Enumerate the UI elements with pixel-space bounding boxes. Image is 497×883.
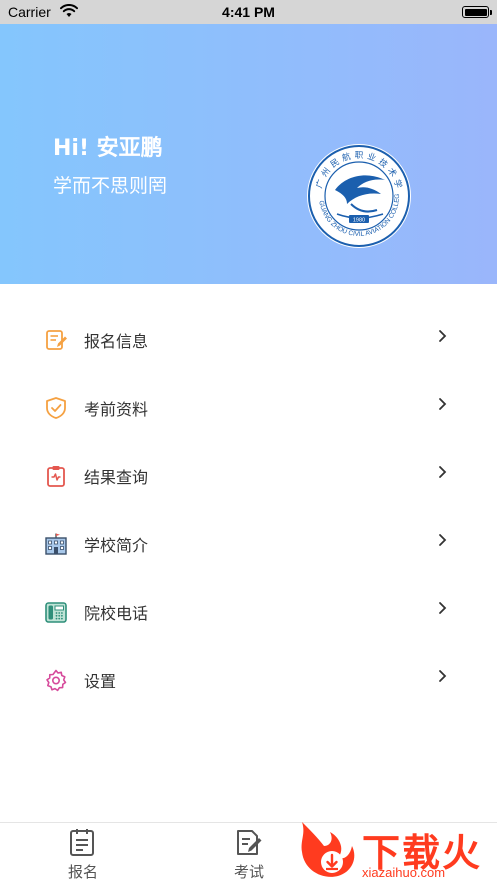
- menu-item-pre-exam-materials[interactable]: 考前资料: [0, 373, 497, 441]
- clipboard-icon: [47, 466, 65, 487]
- menu-item-label: 院校电话: [84, 604, 149, 623]
- school-building-icon: [45, 533, 67, 555]
- chevron-right-icon: [439, 330, 447, 342]
- chevron-right-icon: [439, 534, 447, 546]
- menu-item-label: 报名信息: [84, 332, 149, 351]
- user-greeting: Hi! 安亚鹏: [53, 136, 163, 161]
- menu-item-label: 考前资料: [84, 400, 149, 419]
- gear-icon: [46, 669, 67, 692]
- motto-text: 学而不思则罔: [53, 175, 168, 197]
- menu-item-label: 学校简介: [84, 536, 149, 555]
- telephone-icon: [45, 602, 67, 623]
- college-logo: 广州民航职业技术学院 GUANG ZHOU CIVIL AVIATION COL…: [301, 136, 411, 248]
- menu-item-result-query[interactable]: 结果查询: [0, 441, 497, 509]
- menu-item-registration-info[interactable]: 报名信息: [0, 305, 497, 373]
- menu-item-settings[interactable]: 设置: [0, 645, 497, 713]
- chevron-right-icon: [439, 466, 447, 478]
- profile-header: Hi! 安亚鹏 学而不思则罔 广州民航职业技术学院 GUANG ZHOU CIV…: [0, 24, 497, 284]
- menu-item-label: 结果查询: [84, 468, 149, 487]
- watermark: 下载火 xiazaihuo.com: [292, 818, 497, 883]
- menu-item-label: 设置: [84, 672, 117, 691]
- clock: 4:41 PM: [222, 4, 275, 20]
- tab-register[interactable]: 报名: [0, 823, 166, 883]
- watermark-url: xiazaihuo.com: [362, 865, 446, 880]
- menu-item-school-intro[interactable]: 学校简介: [0, 509, 497, 577]
- exam-tab-icon: [237, 830, 262, 855]
- chevron-right-icon: [439, 398, 447, 410]
- status-bar: Carrier 4:41 PM: [0, 0, 497, 24]
- chevron-right-icon: [439, 602, 447, 614]
- flame-logo-icon: [301, 822, 355, 877]
- register-tab-icon: [70, 829, 94, 856]
- chevron-right-icon: [439, 670, 447, 682]
- svg-text:1980: 1980: [353, 218, 365, 224]
- menu-item-college-phone[interactable]: 院校电话: [0, 577, 497, 645]
- battery-icon: [462, 6, 492, 18]
- tab-label: 报名: [67, 863, 98, 881]
- edit-document-icon: [46, 330, 67, 350]
- shield-check-icon: [46, 397, 66, 419]
